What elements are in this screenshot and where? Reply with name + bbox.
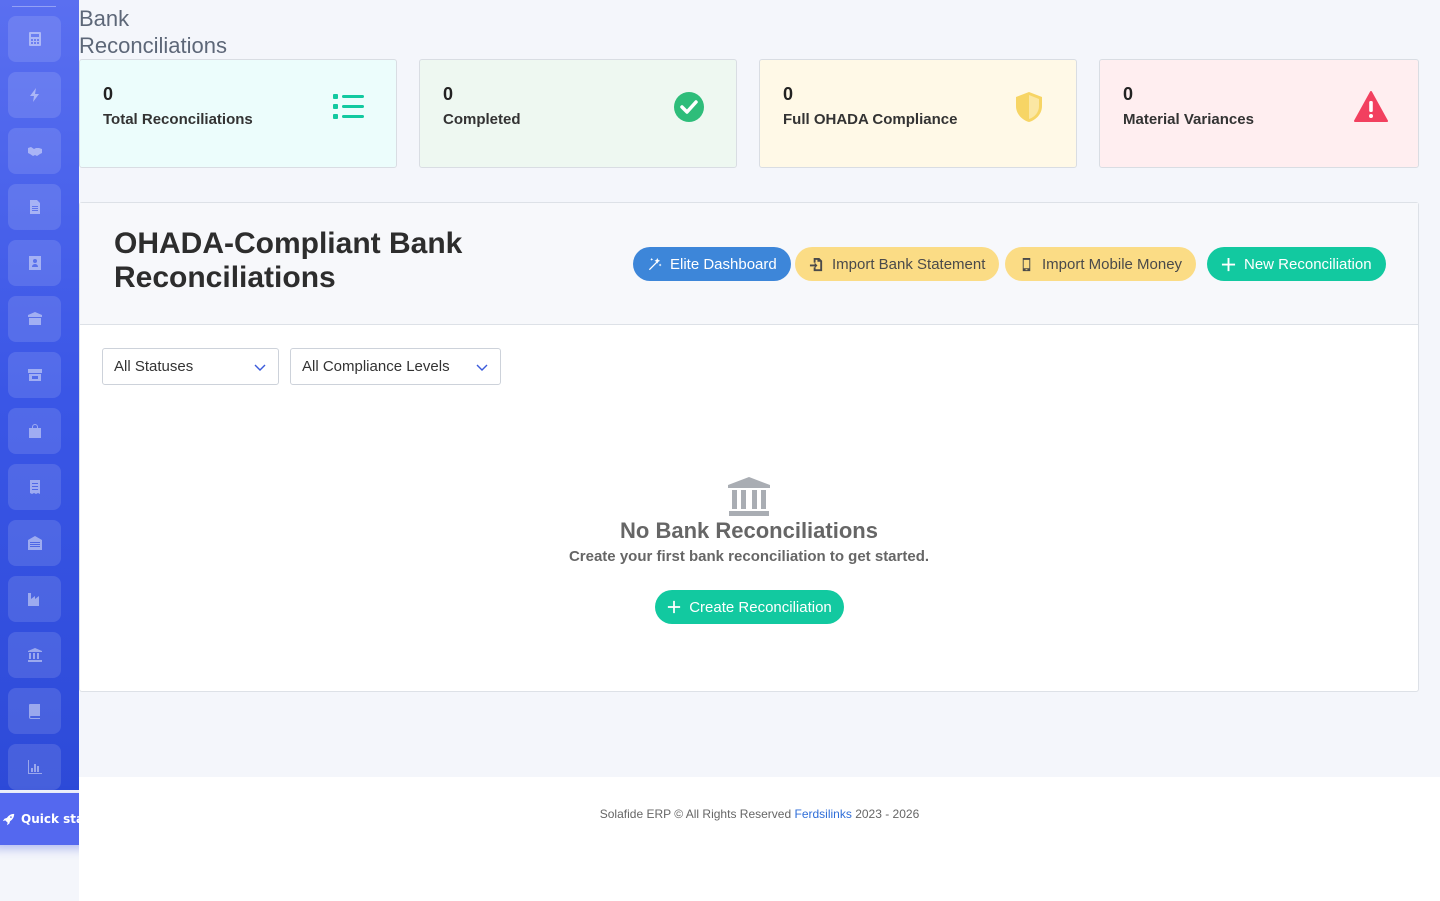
chevron-down-icon [254, 364, 266, 371]
sidebar-item-document[interactable] [8, 184, 61, 230]
plus-icon [1221, 257, 1236, 271]
sidebar-item-shopping-bag[interactable] [8, 408, 61, 454]
stat-card-completed: 0 Completed [419, 59, 737, 168]
footer-text: Solafide ERP © All Rights Reserved Ferds… [79, 807, 1440, 821]
handshake-icon [27, 147, 42, 156]
stat-value: 0 [783, 84, 794, 104]
panel-title: OHADA-Compliant Bank Reconciliations [114, 227, 463, 294]
bank-icon [728, 477, 770, 516]
footer-copyright: Solafide ERP © All Rights Reserved [599, 807, 792, 821]
stat-label: Completed [443, 111, 521, 128]
check-circle-icon [674, 92, 704, 122]
calculator-icon [28, 32, 41, 46]
compliance-filter-value: All Compliance Levels [302, 358, 450, 375]
sidebar [0, 0, 79, 790]
create-reconciliation-label: Create Reconciliation [689, 598, 832, 616]
sidebar-item-bolt[interactable] [8, 72, 61, 118]
receipt-icon [29, 480, 40, 494]
footer-years: 2023 - 2026 [855, 807, 920, 821]
stat-value: 0 [103, 84, 114, 104]
warehouse-icon [27, 536, 42, 550]
elite-dashboard-button[interactable]: Elite Dashboard [633, 247, 791, 281]
sidebar-item-industry[interactable] [8, 576, 61, 622]
sidebar-item-contact[interactable] [8, 240, 61, 286]
list-icon [333, 94, 364, 119]
sidebar-item-boxes[interactable] [8, 296, 61, 342]
new-reconciliation-label: New Reconciliation [1244, 255, 1372, 273]
stat-label: Material Variances [1123, 111, 1254, 128]
empty-state-bank-icon [727, 476, 771, 518]
shopping-bag-icon [28, 424, 41, 438]
industry-icon [27, 593, 39, 606]
book-icon [28, 704, 40, 719]
file-import-icon [809, 257, 823, 271]
boxes-icon [27, 312, 42, 325]
document-icon [29, 200, 40, 214]
footer: Solafide ERP © All Rights Reserved Ferds… [79, 777, 1440, 901]
sidebar-item-book[interactable] [8, 688, 61, 734]
rocket-icon [2, 813, 15, 825]
panel-header: OHADA-Compliant Bank Reconciliations Eli… [80, 203, 1418, 325]
chart-icon [27, 760, 42, 774]
bolt-icon [29, 88, 39, 102]
magic-wand-icon [648, 257, 662, 270]
stat-card-material-variances: 0 Material Variances [1099, 59, 1419, 168]
sidebar-item-bank[interactable] [8, 632, 61, 678]
compliance-filter-select[interactable]: All Compliance Levels [290, 348, 501, 385]
store-icon [27, 369, 42, 381]
stat-value: 0 [443, 84, 454, 104]
sidebar-item-calculator[interactable] [8, 16, 61, 62]
empty-state-subtitle: Create your first bank reconciliation to… [568, 548, 930, 565]
status-filter-select[interactable]: All Statuses [102, 348, 279, 385]
sidebar-item-chart[interactable] [8, 744, 61, 790]
warning-icon [1354, 91, 1388, 122]
stat-card-total-reconciliations: 0 Total Reconciliations [79, 59, 397, 168]
import-bank-statement-button[interactable]: Import Bank Statement [795, 247, 1000, 281]
stat-value: 0 [1123, 84, 1134, 104]
sidebar-item-store[interactable] [8, 352, 61, 398]
sidebar-item-receipt[interactable] [8, 464, 61, 510]
chevron-down-icon [476, 364, 488, 371]
contact-icon [28, 256, 41, 270]
import-mobile-money-button[interactable]: Import Mobile Money [1005, 247, 1197, 281]
create-reconciliation-button[interactable]: Create Reconciliation [655, 590, 844, 624]
stat-card-full-ohada-compliance: 0 Full OHADA Compliance [759, 59, 1077, 168]
shield-icon [1016, 92, 1042, 122]
elite-dashboard-label: Elite Dashboard [670, 255, 777, 273]
import-mobile-money-label: Import Mobile Money [1042, 255, 1183, 273]
reconciliations-panel: OHADA-Compliant Bank Reconciliations Eli… [79, 202, 1419, 692]
sidebar-item-warehouse[interactable] [8, 520, 61, 566]
new-reconciliation-button[interactable]: New Reconciliation [1207, 247, 1386, 281]
stat-label: Full OHADA Compliance [783, 111, 958, 128]
stat-label: Total Reconciliations [103, 111, 253, 128]
plus-icon [668, 600, 681, 614]
sidebar-item-handshake[interactable] [8, 128, 61, 174]
footer-company-link[interactable]: Ferdsilinks [794, 807, 851, 821]
mobile-phone-icon [1022, 257, 1031, 271]
page-title: Bank Reconciliations [79, 6, 227, 58]
bank-icon [27, 648, 42, 662]
import-bank-statement-label: Import Bank Statement [832, 255, 986, 273]
empty-state-title: No Bank Reconciliations [620, 518, 878, 543]
status-filter-value: All Statuses [114, 358, 194, 375]
sidebar-divider [12, 6, 56, 7]
